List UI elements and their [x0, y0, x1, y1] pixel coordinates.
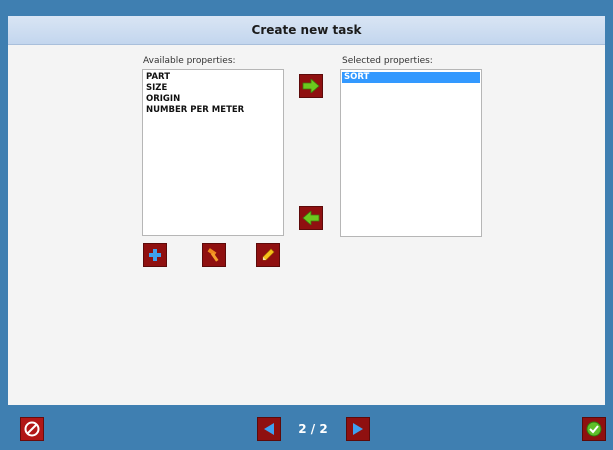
- cancel-button[interactable]: [20, 417, 44, 441]
- list-item[interactable]: NUMBER PER METER: [144, 105, 282, 116]
- page-indicator: 2 / 2: [298, 422, 328, 436]
- list-item[interactable]: ORIGIN: [144, 94, 282, 105]
- plus-icon: [149, 249, 161, 261]
- available-properties-list[interactable]: PART SIZE ORIGIN NUMBER PER METER: [142, 69, 284, 236]
- cancel-icon: [24, 421, 40, 437]
- move-left-button[interactable]: [299, 206, 323, 230]
- triangle-right-icon: [353, 423, 363, 435]
- selected-properties-label: Selected properties:: [342, 56, 433, 66]
- checkmark-icon: [586, 421, 602, 437]
- list-item[interactable]: SIZE: [144, 83, 282, 94]
- previous-page-button[interactable]: [257, 417, 281, 441]
- dialog-title: Create new task: [8, 16, 605, 45]
- hammer-icon: [207, 248, 219, 262]
- next-page-button[interactable]: [346, 417, 370, 441]
- edit-property-button[interactable]: [256, 243, 280, 267]
- pencil-icon: [262, 248, 275, 261]
- add-property-button[interactable]: [143, 243, 167, 267]
- app-frame: Create new task Available properties: PA…: [0, 0, 613, 450]
- footer-bar: 2 / 2: [0, 405, 613, 450]
- list-item[interactable]: PART: [144, 72, 282, 83]
- arrow-left-icon: [302, 211, 320, 225]
- dialog-panel: Create new task Available properties: PA…: [8, 16, 605, 405]
- confirm-button[interactable]: [582, 417, 606, 441]
- triangle-left-icon: [264, 423, 274, 435]
- available-properties-label: Available properties:: [143, 56, 236, 66]
- list-item-selected[interactable]: SORT: [342, 72, 480, 83]
- arrow-right-icon: [302, 79, 320, 93]
- selected-properties-list[interactable]: SORT: [340, 69, 482, 237]
- move-right-button[interactable]: [299, 74, 323, 98]
- delete-property-button[interactable]: [202, 243, 226, 267]
